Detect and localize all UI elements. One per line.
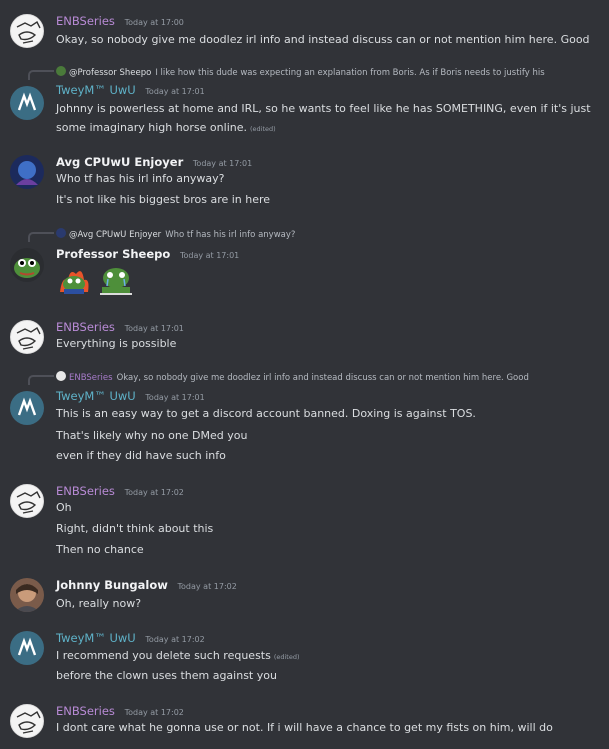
username[interactable]: TweyM™ UwU <box>56 83 136 97</box>
message-text: some imaginary high horse online. (edited… <box>56 121 276 134</box>
reply-text: Who tf has his irl info anyway? <box>165 230 296 240</box>
username[interactable]: Professor Sheepo <box>56 247 170 261</box>
reply-preview[interactable]: ENBSeries Okay, so nobody give me doodlez… <box>56 371 606 383</box>
avatar-enbseries[interactable] <box>10 14 44 48</box>
avatar-johnny[interactable] <box>10 578 44 612</box>
message-text: It's not like his biggest bros are in he… <box>56 193 271 206</box>
timestamp[interactable]: Today at 17:02 <box>145 635 204 644</box>
username[interactable]: ENBSeries <box>56 14 115 28</box>
message-text: Then no chance <box>56 543 144 556</box>
message-text: Everything is possible <box>56 337 177 350</box>
message-text: I dont care what he gonna use or not. If… <box>56 721 553 734</box>
reply-connector <box>28 70 54 80</box>
edited-label: (edited) <box>249 125 276 133</box>
reply-author[interactable]: ENBSeries <box>69 373 113 383</box>
timestamp[interactable]: Today at 17:01 <box>125 324 184 333</box>
reply-avatar <box>56 371 66 381</box>
username[interactable]: ENBSeries <box>56 320 115 334</box>
timestamp[interactable]: Today at 17:01 <box>193 159 252 168</box>
avatar-enbseries[interactable] <box>10 704 44 738</box>
pepe-crying-sticker[interactable] <box>96 262 132 295</box>
avatar-twey[interactable] <box>10 631 44 665</box>
message-text: Johnny is powerless at home and IRL, so … <box>56 102 591 115</box>
avatar-enbseries[interactable] <box>10 320 44 354</box>
message-text-part: I recommend you delete such requests <box>56 649 271 662</box>
timestamp[interactable]: Today at 17:01 <box>180 251 239 260</box>
avatar-twey[interactable] <box>10 391 44 425</box>
reply-text: I like how this dude was expecting an ex… <box>155 68 545 78</box>
avatar-twey[interactable] <box>10 86 44 120</box>
reply-author[interactable]: @Avg CPUwU Enjoyer <box>69 230 161 240</box>
timestamp[interactable]: Today at 17:02 <box>125 488 184 497</box>
message-text-part: some imaginary high horse online. <box>56 121 247 134</box>
reply-preview[interactable]: @Avg CPUwU Enjoyer Who tf has his irl inf… <box>56 228 606 240</box>
reply-connector <box>28 232 54 242</box>
avatar-sheepo[interactable] <box>10 248 44 282</box>
message-text: Oh, really now? <box>56 597 142 610</box>
timestamp[interactable]: Today at 17:01 <box>145 87 204 96</box>
username[interactable]: Avg CPUwU Enjoyer <box>56 155 183 169</box>
message-text: I recommend you delete such requests (edi… <box>56 649 300 662</box>
avatar-enbseries[interactable] <box>10 484 44 518</box>
message-text: Who tf has his irl info anyway? <box>56 172 225 185</box>
message-text: Okay, so nobody give me doodlez irl info… <box>56 33 590 46</box>
avatar-cpuwu[interactable] <box>10 155 44 189</box>
message-text: That's likely why no one DMed you <box>56 429 248 442</box>
pepe-fire-sticker[interactable] <box>56 262 92 294</box>
message-text: Right, didn't think about this <box>56 522 214 535</box>
reply-avatar <box>56 228 66 238</box>
username[interactable]: Johnny Bungalow <box>56 578 168 592</box>
message-text: Oh <box>56 501 72 514</box>
timestamp[interactable]: Today at 17:02 <box>125 708 184 717</box>
timestamp[interactable]: Today at 17:02 <box>178 582 237 591</box>
timestamp[interactable]: Today at 17:01 <box>145 393 204 402</box>
username[interactable]: ENBSeries <box>56 484 115 498</box>
edited-label: (edited) <box>273 653 300 661</box>
reply-avatar <box>56 66 66 76</box>
chat-log: ENBSeries Today at 17:00 Okay, so nobody… <box>0 0 609 749</box>
reply-author[interactable]: @Professor Sheepo <box>69 68 151 78</box>
username[interactable]: ENBSeries <box>56 704 115 718</box>
message-text: before the clown uses them against you <box>56 669 277 682</box>
reply-connector <box>28 375 54 385</box>
timestamp[interactable]: Today at 17:00 <box>125 18 184 27</box>
message-text: This is an easy way to get a discord acc… <box>56 407 476 420</box>
username[interactable]: TweyM™ UwU <box>56 389 136 403</box>
username[interactable]: TweyM™ UwU <box>56 631 136 645</box>
reply-preview[interactable]: @Professor Sheepo I like how this dude wa… <box>56 66 606 78</box>
reply-text: Okay, so nobody give me doodlez irl info… <box>116 373 529 383</box>
message-text: even if they did have such info <box>56 449 226 462</box>
